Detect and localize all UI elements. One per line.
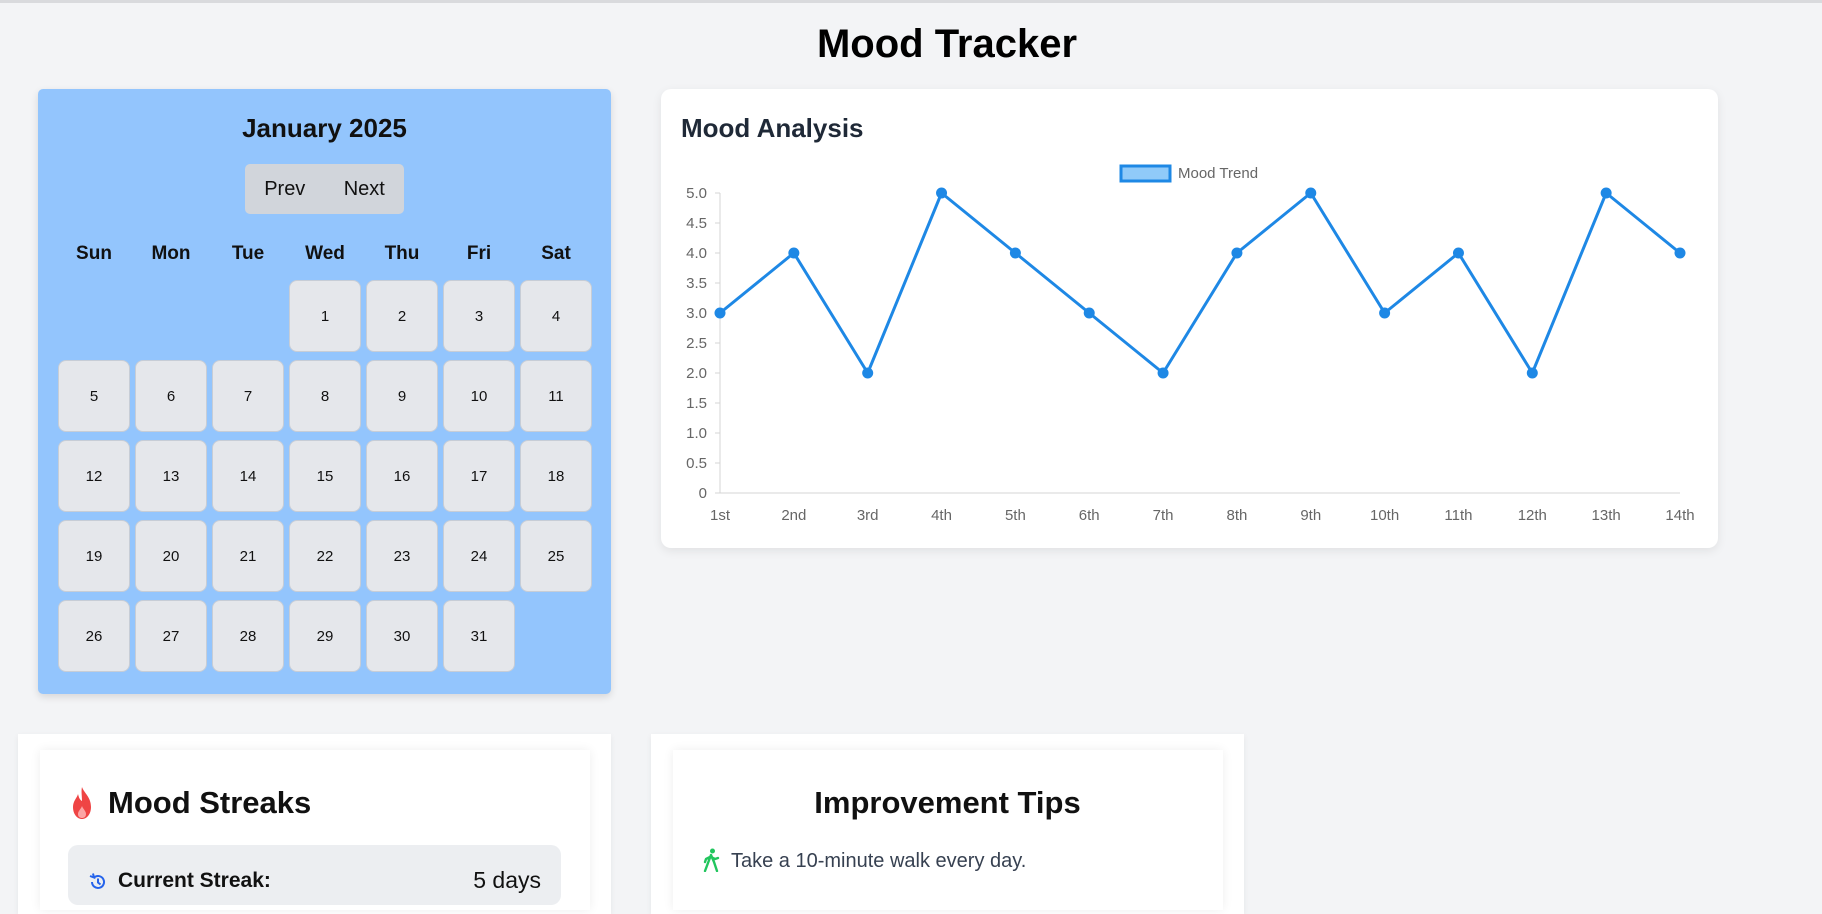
calendar-day[interactable]: 17 (443, 440, 515, 512)
y-tick-label: 3.0 (686, 305, 707, 322)
y-tick-label: 4.0 (686, 245, 707, 262)
y-tick-label: 4.5 (686, 215, 707, 232)
calendar-day[interactable]: 22 (289, 520, 361, 592)
data-point (714, 307, 726, 319)
weekday-label: Mon (151, 243, 191, 264)
tips-inner-card (673, 750, 1223, 910)
calendar-day[interactable]: 16 (366, 440, 438, 512)
data-point (1083, 307, 1095, 319)
data-point (1600, 187, 1612, 199)
data-point (1305, 187, 1317, 199)
data-point (862, 367, 874, 379)
streaks-title: Mood Streaks (108, 785, 312, 820)
y-tick-label: 0 (699, 485, 707, 502)
data-point (1379, 307, 1391, 319)
weekday-label: Thu (384, 243, 420, 264)
calendar-day[interactable]: 15 (289, 440, 361, 512)
legend-label: Mood Trend (1178, 165, 1258, 182)
data-point (1674, 247, 1686, 259)
calendar-day[interactable]: 29 (289, 600, 361, 672)
y-tick-label: 1.5 (686, 395, 707, 412)
x-tick-label: 7th (1153, 507, 1174, 524)
x-tick-label: 6th (1079, 507, 1100, 524)
x-tick-label: 4th (931, 507, 952, 524)
calendar-day[interactable]: 6 (135, 360, 207, 432)
calendar-day[interactable]: 3 (443, 280, 515, 352)
x-tick-label: 8th (1226, 507, 1247, 524)
calendar-day[interactable]: 18 (520, 440, 592, 512)
top-border (0, 0, 1822, 3)
y-tick-label: 5.0 (686, 185, 707, 202)
calendar-day[interactable]: 19 (58, 520, 130, 592)
x-tick-label: 13th (1592, 507, 1621, 524)
x-tick-label: 12th (1518, 507, 1547, 524)
calendar-day[interactable]: 11 (520, 360, 592, 432)
data-point (1157, 367, 1169, 379)
calendar-day[interactable]: 30 (366, 600, 438, 672)
weekday-label: Fri (466, 243, 492, 264)
calendar-day[interactable]: 4 (520, 280, 592, 352)
prev-month-button[interactable]: Prev (258, 174, 311, 205)
x-tick-label: 2nd (781, 507, 806, 524)
y-tick-label: 2.0 (686, 365, 707, 382)
calendar-day[interactable]: 7 (212, 360, 284, 432)
x-tick-label: 9th (1300, 507, 1321, 524)
x-tick-label: 5th (1005, 507, 1026, 524)
x-tick-label: 14th (1665, 507, 1694, 524)
calendar-day[interactable]: 5 (58, 360, 130, 432)
data-point (936, 187, 948, 199)
weekday-label: Tue (231, 243, 265, 264)
y-tick-label: 3.5 (686, 275, 707, 292)
history-icon (89, 873, 105, 889)
calendar-month-label: January 2025 (242, 113, 407, 143)
tip-item: Take a 10-minute walk every day. (731, 850, 1027, 872)
walking-icon (703, 848, 720, 872)
calendar-day[interactable]: 20 (135, 520, 207, 592)
data-point (1231, 247, 1243, 259)
calendar-day[interactable]: 2 (366, 280, 438, 352)
calendar-day[interactable]: 26 (58, 600, 130, 672)
calendar-day[interactable]: 13 (135, 440, 207, 512)
y-tick-label: 0.5 (686, 455, 707, 472)
y-tick-label: 1.0 (686, 425, 707, 442)
calendar-day[interactable]: 21 (212, 520, 284, 592)
tips-title: Improvement Tips (814, 785, 1081, 820)
data-point (1452, 247, 1464, 259)
x-tick-label: 11th (1444, 507, 1472, 524)
calendar-day[interactable]: 31 (443, 600, 515, 672)
weekday-label: Sat (541, 243, 571, 264)
page-title: Mood Tracker (816, 22, 1078, 66)
data-point (1526, 367, 1538, 379)
x-tick-label: 1st (710, 507, 731, 524)
fire-icon (73, 787, 91, 819)
weekday-label: Sun (76, 243, 112, 264)
x-tick-label: 10th (1370, 507, 1399, 524)
x-tick-label: 3rd (857, 507, 879, 524)
next-month-button[interactable]: Next (338, 174, 391, 205)
calendar-day[interactable]: 12 (58, 440, 130, 512)
legend-swatch (1119, 164, 1172, 183)
calendar-day[interactable]: 8 (289, 360, 361, 432)
calendar-day[interactable]: 28 (212, 600, 284, 672)
mood-trend-line (719, 191, 1681, 375)
calendar-day[interactable]: 14 (212, 440, 284, 512)
calendar-day[interactable]: 1 (289, 280, 361, 352)
mood-trend-chart: 0 0.5 1.0 1.5 2.0 2.5 3.0 3.5 4.0 4.5 5.0 1st 2nd 3rd… (686, 164, 1695, 524)
calendar-day[interactable]: 25 (520, 520, 592, 592)
data-point (788, 247, 800, 259)
calendar-day[interactable]: 27 (135, 600, 207, 672)
y-tick-label: 2.5 (686, 335, 707, 352)
calendar-nav: Prev Next (245, 164, 404, 214)
calendar-day[interactable]: 9 (366, 360, 438, 432)
calendar-day[interactable]: 10 (443, 360, 515, 432)
current-streak-label: Current Streak: (118, 869, 271, 892)
calendar-day[interactable]: 24 (443, 520, 515, 592)
calendar-day[interactable]: 23 (366, 520, 438, 592)
weekday-label: Wed (305, 243, 345, 264)
data-point (1009, 247, 1021, 259)
